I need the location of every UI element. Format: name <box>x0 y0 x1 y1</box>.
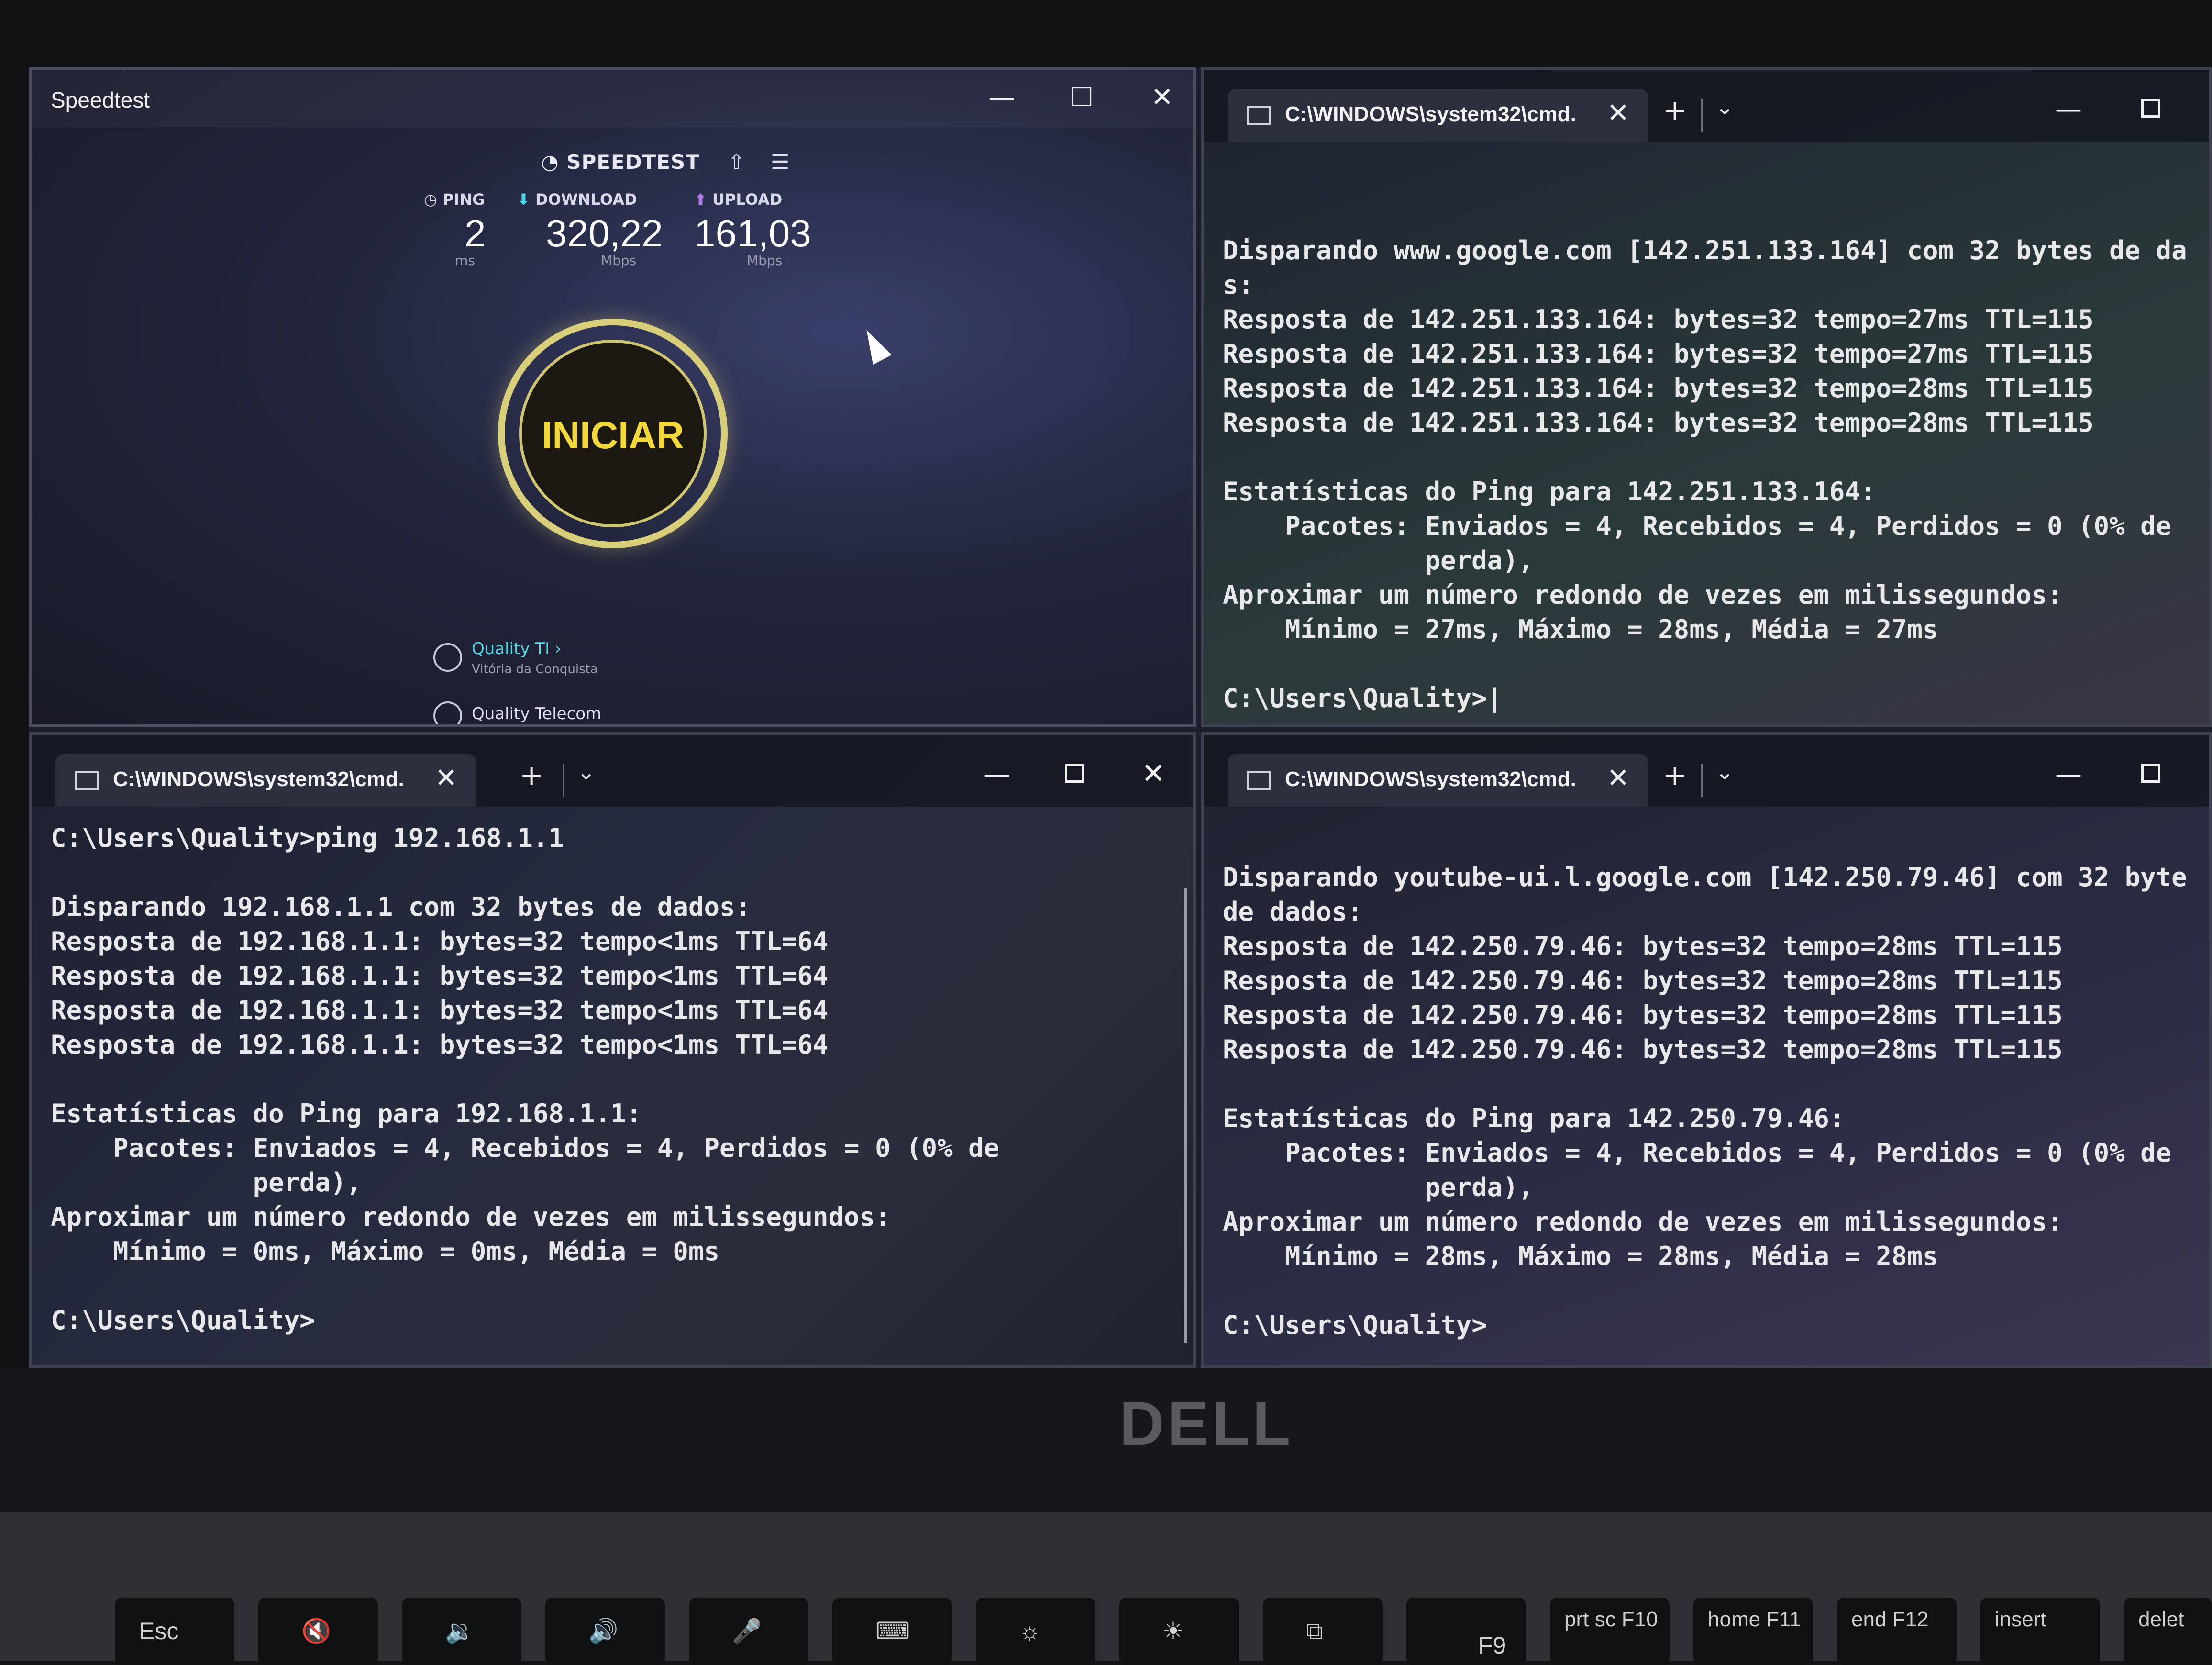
server-globe-icon <box>433 643 462 672</box>
minimize-button[interactable]: — <box>2055 759 2082 790</box>
download-unit: Mbps <box>601 253 637 268</box>
key-f5[interactable]: ⌨ <box>832 1598 952 1665</box>
close-tab-icon[interactable]: ✕ <box>1607 763 1629 794</box>
terminal-tab-title: C:\WINDOWS\system32\cmd. <box>1285 767 1576 791</box>
tabbar-divider <box>1701 764 1703 797</box>
terminal-tab[interactable]: C:\WINDOWS\system32\cmd. ✕ <box>55 754 476 807</box>
provider-name: Quality Telecom <box>472 704 602 723</box>
upload-icon: ⬆ <box>694 190 712 209</box>
laptop-bezel-bottom <box>0 1368 2212 1512</box>
terminal-tab-icon <box>1247 771 1271 790</box>
terminal-output: Disparando www.google.com [142.251.133.1… <box>1223 235 2187 713</box>
key-insert[interactable]: insert <box>1980 1598 2100 1665</box>
download-value: 320,22 <box>546 212 663 255</box>
maximize-button[interactable]: ☐ <box>1070 84 1094 111</box>
maximize-button[interactable] <box>2141 764 2160 783</box>
terminal-tabbar: C:\WINDOWS\system32\cmd. ✕ + ⌄ — ✕ <box>32 735 1193 807</box>
tab-dropdown-chevron-icon[interactable]: ⌄ <box>577 759 596 785</box>
terminal-tab-title: C:\WINDOWS\system32\cmd. <box>113 767 404 791</box>
minimize-button[interactable]: — <box>984 759 1010 790</box>
key-f6[interactable]: ☼ <box>976 1598 1095 1665</box>
upload-unit: Mbps <box>747 253 783 268</box>
terminal-window-bottom-left: C:\WINDOWS\system32\cmd. ✕ + ⌄ — ✕ C:\Us… <box>29 732 1196 1368</box>
results-list-icon[interactable]: ☰ <box>771 150 789 175</box>
download-label: ⬇ DOWNLOAD <box>517 190 637 209</box>
provider-icon <box>433 701 462 724</box>
share-icon[interactable]: ⇧ <box>728 150 745 175</box>
ping-label: ◷ PING <box>424 190 485 209</box>
key-f3[interactable]: 🔊 <box>545 1598 665 1665</box>
key-f7[interactable]: ☀ <box>1119 1598 1239 1665</box>
download-icon: ⬇ <box>517 190 535 209</box>
speedtest-window-title: Speedtest <box>51 88 150 112</box>
start-test-label: INICIAR <box>542 414 684 456</box>
start-test-button[interactable]: INICIAR <box>498 319 728 548</box>
speedtest-window: Speedtest — ☐ ✕ ◔ SPEEDTEST ⇧ ☰ ◷ PING 2… <box>29 67 1196 727</box>
terminal-tabbar: C:\WINDOWS\system32\cmd. ✕ + ⌄ — <box>1204 70 2209 142</box>
close-button[interactable]: ✕ <box>1151 84 1173 111</box>
new-tab-button[interactable]: + <box>1663 759 1687 792</box>
speedtest-brand: ◔ SPEEDTEST <box>541 150 700 174</box>
tab-dropdown-chevron-icon[interactable]: ⌄ <box>1715 759 1734 785</box>
key-delete[interactable]: delet <box>2124 1598 2212 1665</box>
terminal-output-area[interactable]: Disparando youtube-ui.l.google.com [142.… <box>1223 826 2209 1365</box>
server-location: Vitória da Conquista <box>472 662 598 677</box>
key-f9[interactable]: F9 <box>1406 1598 1526 1665</box>
maximize-button[interactable] <box>2141 99 2160 118</box>
terminal-tabbar: C:\WINDOWS\system32\cmd. ✕ + ⌄ — <box>1204 735 2209 807</box>
speedtest-titlebar: Speedtest — ☐ ✕ <box>32 70 1193 127</box>
laptop-bezel-top <box>0 0 2212 67</box>
terminal-scrollbar[interactable] <box>1184 888 1187 1343</box>
close-window-button[interactable]: ✕ <box>1141 757 1165 790</box>
upload-value: 161,03 <box>694 212 811 255</box>
terminal-tab-title: C:\WINDOWS\system32\cmd. <box>1285 102 1576 126</box>
maximize-button[interactable] <box>1065 764 1084 783</box>
terminal-output: C:\Users\Quality>ping 192.168.1.1 Dispar… <box>51 823 1000 1335</box>
new-tab-button[interactable]: + <box>520 759 543 792</box>
key-f8[interactable]: ⧉ <box>1263 1598 1382 1665</box>
key-f2[interactable]: 🔉 <box>402 1598 521 1665</box>
close-tab-icon[interactable]: ✕ <box>435 763 457 794</box>
tab-dropdown-chevron-icon[interactable]: ⌄ <box>1715 94 1734 120</box>
terminal-tab[interactable]: C:\WINDOWS\system32\cmd. ✕ <box>1228 89 1648 142</box>
new-tab-button[interactable]: + <box>1663 94 1687 127</box>
laptop-bezel-left <box>0 67 29 1368</box>
tabbar-divider <box>563 764 564 797</box>
dell-logo: DELL <box>1119 1388 1294 1458</box>
ping-value: 2 <box>465 212 486 255</box>
terminal-window-bottom-right: C:\WINDOWS\system32\cmd. ✕ + ⌄ — Dispara… <box>1201 732 2212 1368</box>
terminal-tab-icon <box>1247 106 1271 125</box>
server-name-link[interactable]: Quality TI › <box>472 639 562 658</box>
terminal-output: Disparando youtube-ui.l.google.com [142.… <box>1223 862 2187 1340</box>
key-esc[interactable]: Esc <box>115 1598 234 1665</box>
key-f10[interactable]: prt sc F10 <box>1550 1598 1670 1665</box>
minimize-button[interactable]: — <box>2055 94 2082 125</box>
key-f1[interactable]: 🔇 <box>258 1598 378 1665</box>
key-f12[interactable]: end F12 <box>1837 1598 1957 1665</box>
speedtest-logo-icon: ◔ <box>541 150 567 174</box>
ping-icon: ◷ <box>424 190 443 209</box>
start-test-button-inner: INICIAR <box>519 340 707 527</box>
terminal-tab[interactable]: C:\WINDOWS\system32\cmd. ✕ <box>1228 754 1648 807</box>
mouse-cursor-icon <box>857 325 892 365</box>
terminal-window-top-right: C:\WINDOWS\system32\cmd. ✕ + ⌄ — Dispara… <box>1201 67 2212 727</box>
minimize-button[interactable]: — <box>988 84 1015 111</box>
upload-label: ⬆ UPLOAD <box>694 190 783 209</box>
terminal-output-area[interactable]: Disparando www.google.com [142.251.133.1… <box>1223 199 2209 724</box>
key-f4[interactable]: 🎤 <box>689 1598 808 1665</box>
tabbar-divider <box>1701 99 1703 132</box>
key-f11[interactable]: home F11 <box>1693 1598 1813 1665</box>
terminal-output-area[interactable]: C:\Users\Quality>ping 192.168.1.1 Dispar… <box>51 821 1183 1365</box>
ping-unit: ms <box>455 253 475 268</box>
terminal-tab-icon <box>75 771 99 790</box>
laptop-screen: Speedtest — ☐ ✕ ◔ SPEEDTEST ⇧ ☰ ◷ PING 2… <box>29 67 2212 1368</box>
close-tab-icon[interactable]: ✕ <box>1607 98 1629 129</box>
